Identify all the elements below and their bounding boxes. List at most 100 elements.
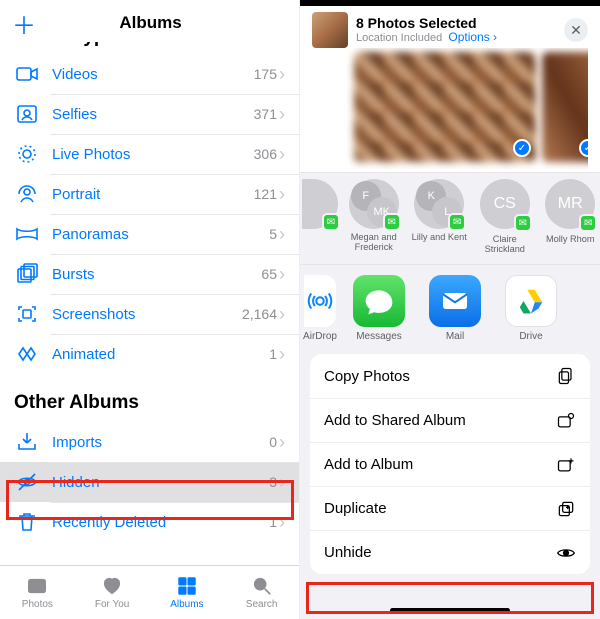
contacts-row[interactable]: ✉ F MK ✉ Megan and Frederick K L ✉ Lilly… xyxy=(300,173,600,265)
row-panoramas[interactable]: Panoramas 5 › xyxy=(0,214,299,254)
row-hidden[interactable]: Hidden 3 › xyxy=(0,462,299,502)
row-label: Imports xyxy=(52,434,269,451)
messages-badge-icon: ✉ xyxy=(448,213,466,231)
share-options-link[interactable]: Options xyxy=(448,30,489,44)
row-count: 5 xyxy=(269,226,277,242)
app-drive[interactable]: Drive xyxy=(496,275,566,342)
row-imports[interactable]: Imports 0 › xyxy=(0,422,299,462)
contact-item[interactable]: F MK ✉ Megan and Frederick xyxy=(344,179,404,254)
app-airdrop[interactable]: AirDrop xyxy=(302,275,338,342)
row-count: 65 xyxy=(261,266,277,282)
avatar: ✉ xyxy=(302,179,338,229)
action-label: Copy Photos xyxy=(324,368,410,385)
contact-label: Molly Rhom xyxy=(546,234,595,244)
share-header-text: 8 Photos Selected Location Included Opti… xyxy=(356,15,556,45)
row-screenshots[interactable]: Screenshots 2,164 › xyxy=(0,294,299,334)
chevron-right-icon: › xyxy=(279,184,285,205)
row-selfies[interactable]: Selfies 371 › xyxy=(0,94,299,134)
row-videos[interactable]: Videos 175 › xyxy=(0,54,299,94)
share-subtitle: Location Included Options › xyxy=(356,31,556,45)
close-button[interactable]: ✕ xyxy=(564,18,588,42)
chevron-right-icon: › xyxy=(279,224,285,245)
chevron-right-icon: › xyxy=(490,30,497,44)
contact-item[interactable]: K L ✉ Lilly and Kent xyxy=(410,179,470,254)
chevron-right-icon: › xyxy=(279,512,285,533)
chevron-right-icon: › xyxy=(279,472,285,493)
row-label: Videos xyxy=(52,66,254,83)
screenshot-icon xyxy=(14,301,40,327)
tab-label: For You xyxy=(95,599,129,610)
photo-thumbnail[interactable] xyxy=(354,52,536,162)
messages-icon xyxy=(353,275,405,327)
tab-label: Photos xyxy=(22,599,53,610)
row-count: 2,164 xyxy=(242,306,277,322)
app-mail[interactable]: Mail xyxy=(420,275,490,342)
row-count: 1 xyxy=(269,346,277,362)
mail-icon xyxy=(429,275,481,327)
drive-icon xyxy=(505,275,557,327)
chevron-right-icon: › xyxy=(279,104,285,125)
row-recently-deleted[interactable]: Recently Deleted 1 › xyxy=(0,502,299,542)
contact-item[interactable]: ✉ xyxy=(302,179,338,254)
row-label: Panoramas xyxy=(52,226,269,243)
tab-foryou[interactable]: For You xyxy=(75,566,150,619)
share-sheet: 8 Photos Selected Location Included Opti… xyxy=(300,0,600,619)
row-label: Animated xyxy=(52,346,269,363)
row-label: Live Photos xyxy=(52,146,254,163)
contact-item[interactable]: CS ✉ Claire Strickland xyxy=(475,179,535,254)
action-duplicate[interactable]: Duplicate xyxy=(310,486,590,530)
row-count: 371 xyxy=(254,106,277,122)
tab-albums[interactable]: Albums xyxy=(150,566,225,619)
row-label: Bursts xyxy=(52,266,261,283)
panorama-icon xyxy=(14,221,40,247)
action-unhide[interactable]: Unhide xyxy=(310,530,590,574)
action-label: Duplicate xyxy=(324,500,387,517)
row-livephotos[interactable]: Live Photos 306 › xyxy=(0,134,299,174)
portrait-icon xyxy=(14,181,40,207)
tab-search[interactable]: Search xyxy=(224,566,299,619)
app-label: AirDrop xyxy=(303,331,337,342)
share-header: 8 Photos Selected Location Included Opti… xyxy=(300,0,600,173)
app-messages[interactable]: Messages xyxy=(344,275,414,342)
action-add-album[interactable]: Add to Album xyxy=(310,442,590,486)
home-indicator[interactable] xyxy=(390,608,510,613)
row-label: Hidden xyxy=(52,474,269,491)
imports-icon xyxy=(14,429,40,455)
row-label: Recently Deleted xyxy=(52,514,269,531)
albums-title: Albums xyxy=(36,13,265,33)
add-album-icon xyxy=(556,455,576,475)
animated-icon xyxy=(14,341,40,367)
tab-photos[interactable]: Photos xyxy=(0,566,75,619)
selfie-icon xyxy=(14,101,40,127)
row-count: 175 xyxy=(254,66,277,82)
chevron-right-icon: › xyxy=(279,304,285,325)
trash-icon xyxy=(14,509,40,535)
selected-photos-strip[interactable]: ✓ ✓ xyxy=(312,48,588,170)
app-label: Messages xyxy=(356,331,402,342)
row-count: 121 xyxy=(254,186,277,202)
contact-item[interactable]: MR ✉ Molly Rhom xyxy=(541,179,600,254)
contact-label: Lilly and Kent xyxy=(412,232,467,242)
action-list: Copy Photos Add to Shared Album Add to A… xyxy=(310,354,590,574)
add-album-button[interactable]: ＋ xyxy=(12,6,36,41)
action-add-shared[interactable]: Add to Shared Album xyxy=(310,398,590,442)
media-types-heading: Media Types xyxy=(14,42,127,47)
messages-badge-icon: ✉ xyxy=(579,214,597,232)
action-copy[interactable]: Copy Photos xyxy=(310,354,590,398)
messages-badge-icon: ✉ xyxy=(322,213,340,231)
row-animated[interactable]: Animated 1 › xyxy=(0,334,299,374)
burst-icon xyxy=(14,261,40,287)
avatar: F MK ✉ xyxy=(349,179,399,229)
row-bursts[interactable]: Bursts 65 › xyxy=(0,254,299,294)
copy-icon xyxy=(556,366,576,386)
airdrop-icon xyxy=(304,275,336,327)
chevron-right-icon: › xyxy=(279,264,285,285)
other-albums-heading: Other Albums xyxy=(0,374,299,422)
video-icon xyxy=(14,61,40,87)
shared-album-icon xyxy=(556,411,576,431)
albums-header: ＋ Albums xyxy=(0,0,299,46)
row-portrait[interactable]: Portrait 121 › xyxy=(0,174,299,214)
apps-row[interactable]: AirDrop Messages Mail Drive xyxy=(300,265,600,354)
albums-screen: ＋ Albums Media Types Videos 175 › Selfie… xyxy=(0,0,300,619)
row-label: Screenshots xyxy=(52,306,242,323)
